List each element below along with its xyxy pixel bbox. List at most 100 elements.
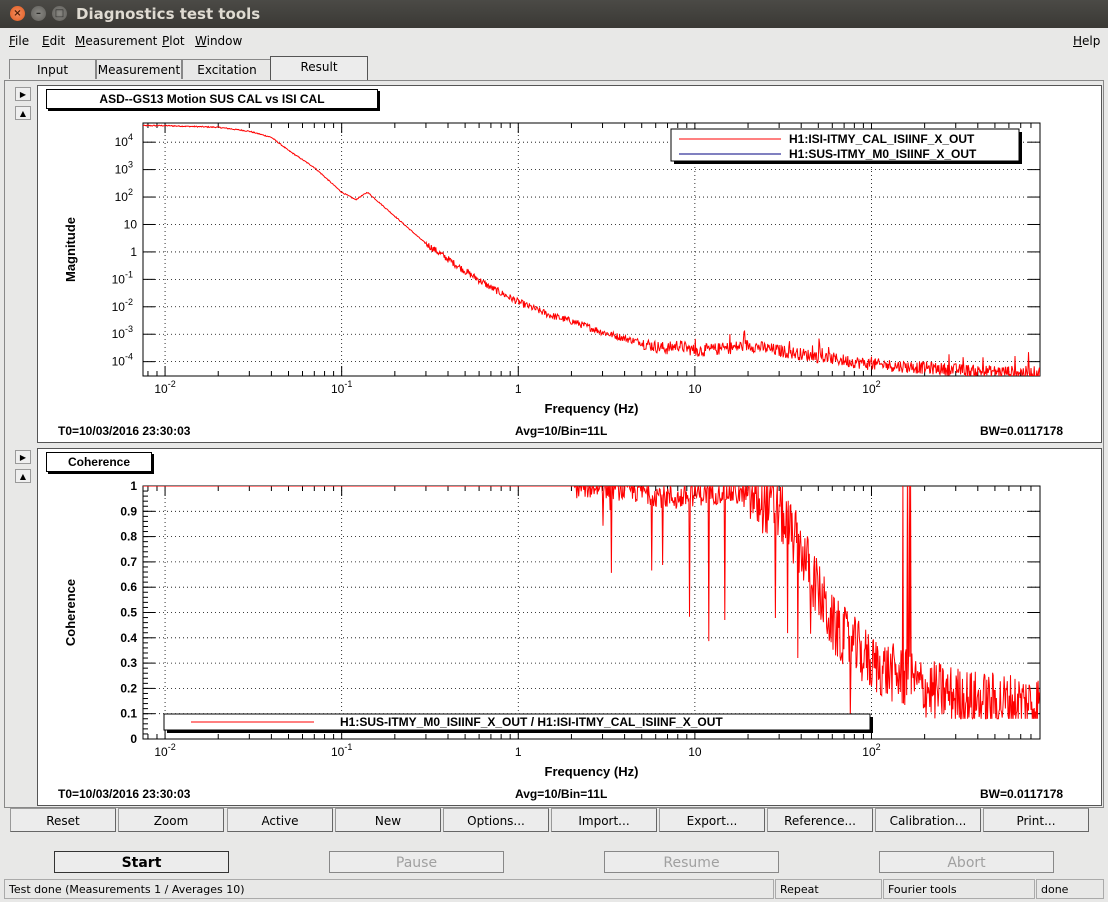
- coherence-bw-label: BW=0.0117178: [980, 787, 1064, 801]
- menu-bar: File Edit Measurement Plot Window Help: [0, 28, 1108, 52]
- y-tick-label: 0.6: [120, 580, 137, 594]
- maximize-window-button[interactable]: □: [52, 6, 67, 21]
- y-tick-exponent: -1: [125, 269, 133, 279]
- y-tick-exponent: 3: [128, 160, 133, 170]
- active-button[interactable]: Active: [227, 808, 333, 832]
- new-button[interactable]: New: [335, 808, 441, 832]
- options-button[interactable]: Options...: [443, 808, 549, 832]
- asd-plot-pad[interactable]: 10-2 10-1 1 10 102 104 103 102 10 1 10-1 10-2 10-3 10…: [37, 85, 1102, 443]
- plot-control-row: Reset Zoom Active New Options... Import.…: [10, 808, 1096, 834]
- y-tick-exponent: -2: [125, 297, 133, 307]
- menu-measurement[interactable]: Measurement: [75, 34, 157, 48]
- x-tick-label: 10-1: [331, 742, 352, 759]
- legend-entry: H1:SUS-ITMY_M0_ISIINF_X_OUT: [789, 147, 977, 161]
- y-tick-label: 103: [115, 160, 133, 177]
- status-state: done: [1036, 879, 1104, 899]
- pause-button[interactable]: Pause: [329, 851, 504, 873]
- y-tick-exponent: -3: [125, 324, 133, 334]
- calibration-button[interactable]: Calibration...: [875, 808, 981, 832]
- menu-edit[interactable]: Edit: [42, 34, 65, 48]
- asd-avg-label: Avg=10/Bin=11L: [515, 424, 608, 438]
- tab-bar: Input Measurement Excitation Result: [0, 56, 1108, 80]
- x-tick-label: 102: [862, 742, 880, 759]
- y-axis-label: Coherence: [63, 579, 78, 646]
- x-tick-exponent: -2: [168, 379, 176, 389]
- y-tick-label: 0.3: [120, 656, 137, 670]
- status-repeat: Repeat: [775, 879, 882, 899]
- tab-result[interactable]: Result: [270, 56, 368, 80]
- status-message: Test done (Measurements 1 / Averages 10): [4, 879, 774, 899]
- asd-plot-title: ASD--GS13 Motion SUS CAL vs ISI CAL: [46, 89, 378, 109]
- y-tick-label: 0.7: [120, 555, 137, 569]
- x-tick-label: 102: [862, 379, 880, 396]
- x-tick-label: 1: [515, 382, 522, 396]
- x-tick-exponent: -2: [168, 742, 176, 752]
- x-axis-label: Frequency (Hz): [545, 401, 639, 416]
- resume-button[interactable]: Resume: [604, 851, 779, 873]
- coherence-plot-title: Coherence: [46, 452, 152, 472]
- abort-button[interactable]: Abort: [879, 851, 1054, 873]
- plot2-collapse-button[interactable]: ▲: [15, 469, 31, 483]
- y-tick-label: 10-4: [112, 352, 133, 369]
- menu-plot[interactable]: Plot: [162, 34, 185, 48]
- y-tick-label: 104: [115, 132, 133, 149]
- y-tick-label: 10-2: [112, 297, 133, 314]
- y-tick-label: 0.4: [120, 631, 137, 645]
- y-tick-label: 10-1: [112, 269, 133, 286]
- close-window-button[interactable]: ×: [10, 6, 25, 21]
- tab-measurement[interactable]: Measurement: [96, 59, 182, 79]
- y-tick-label: 10: [124, 217, 138, 231]
- x-tick-exponent: -1: [344, 379, 352, 389]
- plot1-expand-button[interactable]: ▶: [15, 87, 31, 101]
- plot1-collapse-button[interactable]: ▲: [15, 106, 31, 120]
- y-tick-exponent: -4: [125, 352, 133, 362]
- plot2-expand-button[interactable]: ▶: [15, 450, 31, 464]
- y-tick-label: 1: [130, 245, 137, 259]
- x-tick-exponent: 2: [876, 379, 881, 389]
- x-tick-label: 10-2: [154, 379, 175, 396]
- legend-entry: H1:ISI-ITMY_CAL_ISIINF_X_OUT: [789, 132, 975, 146]
- y-tick-label: 0.2: [120, 681, 137, 695]
- start-button[interactable]: Start: [54, 851, 229, 873]
- y-tick-exponent: 4: [128, 132, 133, 142]
- menu-help[interactable]: Help: [1073, 34, 1100, 48]
- asd-t0-label: T0=10/03/2016 23:30:03: [58, 424, 191, 438]
- minimize-window-button[interactable]: –: [31, 6, 46, 21]
- asd-bw-label: BW=0.0117178: [980, 424, 1064, 438]
- coherence-chart[interactable]: 10-2 10-1 1 10 102 0 0.1 0.2 0.3 0.4 0.5 0.6 0.7 0.8 0…: [38, 449, 1101, 805]
- x-tick-label: 1: [515, 745, 522, 759]
- y-tick-label: 0.5: [120, 606, 137, 620]
- coherence-avg-label: Avg=10/Bin=11L: [515, 787, 608, 801]
- status-fourier-tools: Fourier tools: [883, 879, 1035, 899]
- window-title: Diagnostics test tools: [76, 5, 261, 23]
- legend-entry: H1:SUS-ITMY_M0_ISIINF_X_OUT / H1:ISI-ITM…: [340, 715, 723, 729]
- title-bar: × – □ Diagnostics test tools: [0, 0, 1108, 28]
- y-tick-label: 0.8: [120, 530, 137, 544]
- coherence-t0-label: T0=10/03/2016 23:30:03: [58, 787, 191, 801]
- x-tick-label: 10-2: [154, 742, 175, 759]
- y-tick-label: 0.9: [120, 504, 137, 518]
- y-tick-label: 0.1: [120, 707, 137, 721]
- x-tick-label: 10: [688, 745, 702, 759]
- y-axis-label: Magnitude: [63, 217, 78, 282]
- reference-button[interactable]: Reference...: [767, 808, 873, 832]
- x-tick-label: 10-1: [331, 379, 352, 396]
- y-tick-exponent: 2: [128, 187, 133, 197]
- tab-excitation[interactable]: Excitation: [182, 59, 272, 79]
- x-tick-exponent: 2: [876, 742, 881, 752]
- menu-file[interactable]: File: [9, 34, 29, 48]
- coherence-plot-pad[interactable]: 10-2 10-1 1 10 102 0 0.1 0.2 0.3 0.4 0.5 0.6 0.7 0.8 0…: [37, 448, 1102, 806]
- zoom-button[interactable]: Zoom: [118, 808, 224, 832]
- x-tick-exponent: -1: [344, 742, 352, 752]
- reset-button[interactable]: Reset: [10, 808, 116, 832]
- import-button[interactable]: Import...: [551, 808, 657, 832]
- y-tick-label: 0: [130, 732, 137, 746]
- x-axis-label: Frequency (Hz): [545, 764, 639, 779]
- asd-chart[interactable]: 10-2 10-1 1 10 10210410310210110-110-210-310…: [38, 86, 1101, 442]
- menu-window[interactable]: Window: [195, 34, 242, 48]
- x-tick-label: 10: [688, 382, 702, 396]
- export-button[interactable]: Export...: [659, 808, 765, 832]
- tab-input[interactable]: Input: [9, 59, 96, 79]
- y-tick-label: 1: [130, 479, 137, 493]
- print-button[interactable]: Print...: [983, 808, 1089, 832]
